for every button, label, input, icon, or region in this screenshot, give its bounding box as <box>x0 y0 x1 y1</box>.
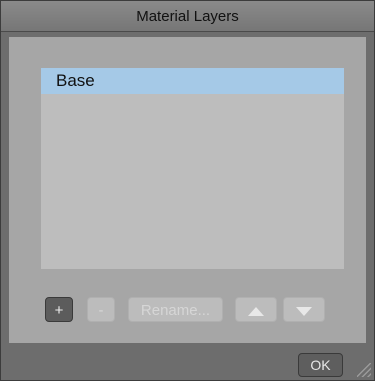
resize-grip-icon[interactable] <box>357 363 371 377</box>
remove-layer-button[interactable]: - <box>87 297 115 322</box>
move-layer-up-button[interactable] <box>235 297 277 322</box>
dialog-title: Material Layers <box>1 1 374 32</box>
rename-layer-button[interactable]: Rename... <box>128 297 223 322</box>
layer-list-item[interactable]: Base <box>41 68 344 94</box>
layer-list[interactable]: Base <box>41 68 344 269</box>
ok-button[interactable]: OK <box>298 353 343 377</box>
layers-panel: Base + - Rename... <box>9 37 366 343</box>
material-layers-dialog: Material Layers Base + - Rename... OK <box>0 0 375 381</box>
move-layer-down-button[interactable] <box>283 297 325 322</box>
add-layer-button[interactable]: + <box>45 297 73 322</box>
arrow-down-icon <box>296 306 312 316</box>
arrow-up-icon <box>248 306 264 316</box>
